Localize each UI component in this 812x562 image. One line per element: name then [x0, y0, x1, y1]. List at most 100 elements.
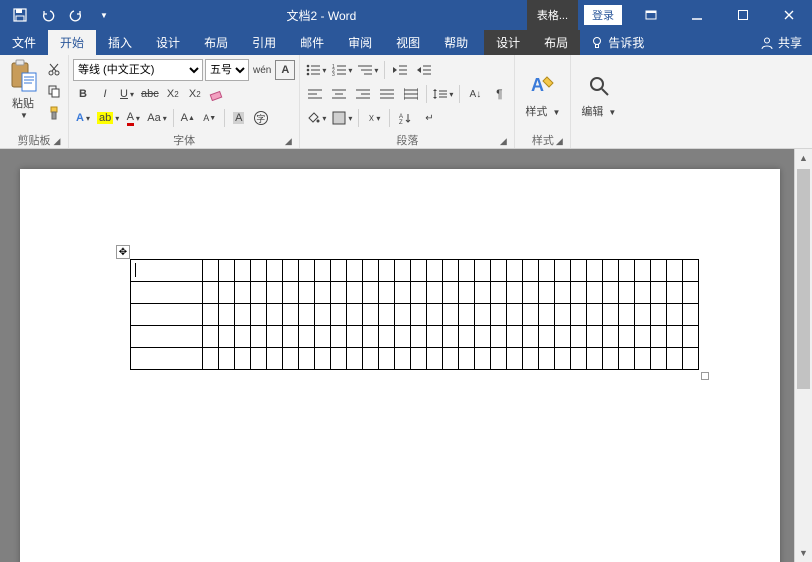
tab-references[interactable]: 引用 — [240, 30, 288, 55]
table-cell[interactable] — [507, 326, 523, 348]
tab-insert[interactable]: 插入 — [96, 30, 144, 55]
table-cell[interactable] — [299, 282, 315, 304]
table-cell[interactable] — [635, 348, 651, 370]
table-cell[interactable] — [219, 260, 235, 282]
paragraph-marks-button[interactable]: ↵ — [418, 108, 440, 128]
tell-me-button[interactable]: 告诉我 — [580, 30, 654, 55]
table-cell[interactable] — [363, 282, 379, 304]
table-cell[interactable] — [315, 326, 331, 348]
table-cell[interactable] — [251, 282, 267, 304]
tab-design[interactable]: 设计 — [144, 30, 192, 55]
table-cell[interactable] — [587, 348, 603, 370]
table-cell[interactable] — [475, 348, 491, 370]
table-cell[interactable] — [619, 348, 635, 370]
table-cell[interactable] — [411, 282, 427, 304]
table-cell[interactable] — [267, 348, 283, 370]
tab-mailings[interactable]: 邮件 — [288, 30, 336, 55]
table-cell[interactable] — [203, 304, 219, 326]
table-cell[interactable] — [219, 304, 235, 326]
table-cell[interactable] — [283, 260, 299, 282]
table-cell[interactable] — [459, 282, 475, 304]
justify-button[interactable] — [376, 84, 398, 104]
format-painter-button[interactable] — [44, 103, 64, 123]
table-cell[interactable] — [603, 326, 619, 348]
table-cell[interactable] — [427, 282, 443, 304]
table-cell[interactable] — [443, 260, 459, 282]
table-cell[interactable] — [427, 326, 443, 348]
sort-button[interactable]: A↓ — [464, 84, 486, 104]
table-cell[interactable] — [235, 260, 251, 282]
table-cell[interactable] — [507, 260, 523, 282]
align-left-button[interactable] — [304, 84, 326, 104]
table-cell[interactable] — [475, 260, 491, 282]
table-cell[interactable] — [347, 282, 363, 304]
table-cell[interactable] — [427, 260, 443, 282]
align-right-button[interactable] — [352, 84, 374, 104]
font-launcher[interactable]: ◢ — [281, 134, 295, 148]
table-cell[interactable] — [571, 326, 587, 348]
table-cell[interactable] — [235, 282, 251, 304]
table-cell[interactable] — [299, 260, 315, 282]
table-row[interactable] — [131, 348, 699, 370]
table-cell[interactable] — [331, 348, 347, 370]
borders-button[interactable]: ▾ — [330, 108, 354, 128]
table-cell[interactable] — [251, 260, 267, 282]
table-cell[interactable] — [443, 348, 459, 370]
ribbon-display-options-button[interactable] — [628, 0, 674, 30]
table-cell[interactable] — [283, 348, 299, 370]
table-cell[interactable] — [235, 326, 251, 348]
grow-font-button[interactable]: A▲ — [178, 108, 198, 128]
table-cell[interactable] — [315, 260, 331, 282]
table-cell[interactable] — [379, 326, 395, 348]
shading-button[interactable]: ▾ — [304, 108, 328, 128]
increase-indent-button[interactable] — [413, 60, 435, 80]
table-cell[interactable] — [379, 348, 395, 370]
paragraph-launcher[interactable]: ◢ — [496, 134, 510, 148]
bullets-button[interactable]: ▾ — [304, 60, 328, 80]
table-cell[interactable] — [203, 282, 219, 304]
table-cell[interactable] — [315, 304, 331, 326]
table-cell[interactable] — [475, 304, 491, 326]
scroll-down-button[interactable]: ▼ — [795, 544, 812, 562]
table-cell[interactable] — [443, 304, 459, 326]
table-cell[interactable] — [635, 326, 651, 348]
table-cell[interactable] — [635, 282, 651, 304]
vertical-scrollbar[interactable]: ▲ ▼ — [794, 149, 812, 562]
tab-table-design[interactable]: 设计 — [484, 30, 532, 55]
scroll-thumb[interactable] — [797, 169, 810, 389]
phonetic-guide-button[interactable]: wén — [251, 60, 273, 80]
table-cell[interactable] — [203, 348, 219, 370]
table-cell[interactable] — [347, 326, 363, 348]
table-cell[interactable] — [331, 326, 347, 348]
sort-button-2[interactable]: AZ — [394, 108, 416, 128]
table-cell[interactable] — [459, 304, 475, 326]
table-cell[interactable] — [651, 304, 667, 326]
undo-button[interactable] — [36, 3, 60, 27]
table-cell[interactable] — [571, 304, 587, 326]
table-cell[interactable] — [619, 304, 635, 326]
table-cell[interactable] — [331, 282, 347, 304]
table-cell[interactable] — [395, 260, 411, 282]
table-cell[interactable] — [587, 260, 603, 282]
table-cell[interactable] — [131, 260, 203, 282]
table-cell[interactable] — [395, 304, 411, 326]
table-cell[interactable] — [667, 260, 683, 282]
close-button[interactable] — [766, 0, 812, 30]
change-case-button[interactable]: Aa▾ — [145, 108, 168, 128]
table-cell[interactable] — [395, 282, 411, 304]
editing-button[interactable]: 编辑 ▼ — [575, 69, 622, 121]
font-size-select[interactable]: 五号 — [205, 59, 249, 81]
minimize-button[interactable] — [674, 0, 720, 30]
table-cell[interactable] — [283, 282, 299, 304]
table-cell[interactable] — [459, 326, 475, 348]
table-resize-handle[interactable] — [701, 372, 709, 380]
table-cell[interactable] — [587, 282, 603, 304]
asian-layout-button[interactable]: ☓▾ — [363, 108, 385, 128]
table-cell[interactable] — [507, 348, 523, 370]
table-cell[interactable] — [411, 260, 427, 282]
table-cell[interactable] — [427, 348, 443, 370]
tab-file[interactable]: 文件 — [0, 30, 48, 55]
show-marks-button[interactable]: ¶ — [488, 84, 510, 104]
table-cell[interactable] — [251, 326, 267, 348]
table-cell[interactable] — [619, 326, 635, 348]
